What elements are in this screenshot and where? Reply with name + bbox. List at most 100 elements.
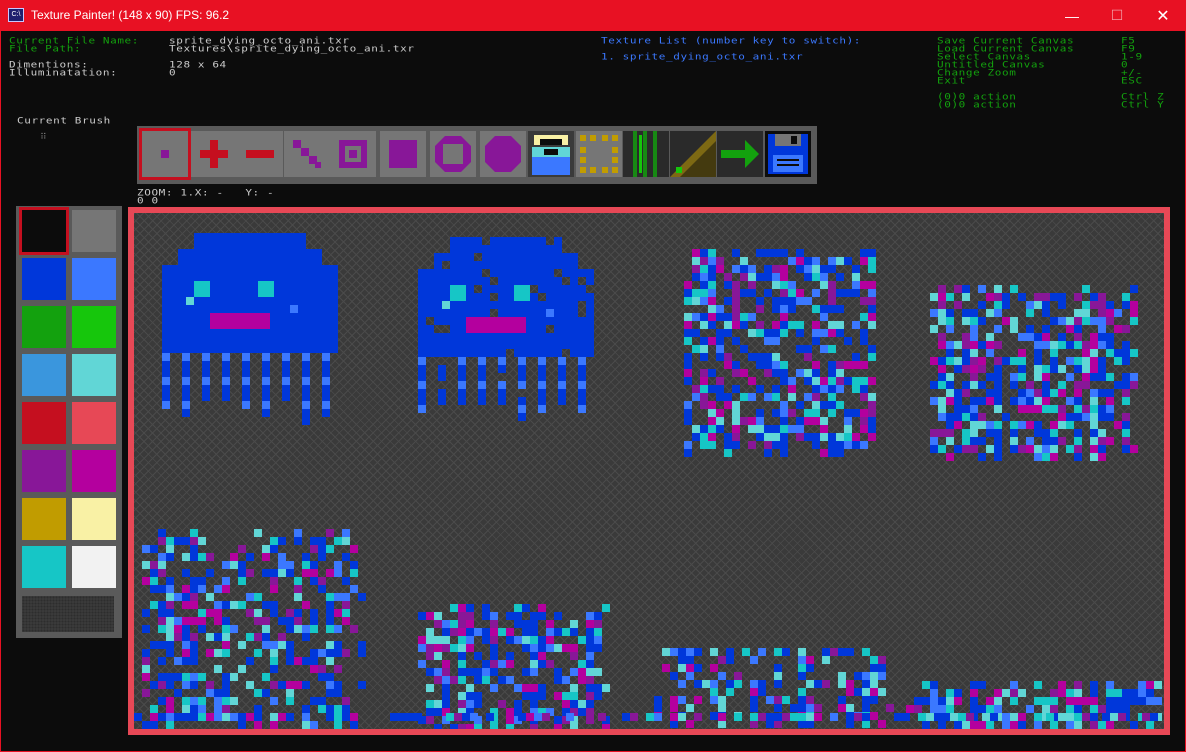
canvas-pixel — [828, 297, 836, 305]
canvas-pixel — [238, 577, 246, 585]
canvas-pixel — [458, 349, 466, 357]
canvas-pixel — [222, 625, 230, 633]
canvas-pixel — [1058, 333, 1066, 341]
transparent-swatch[interactable] — [22, 596, 114, 632]
diagonal-line-tool[interactable] — [284, 131, 330, 177]
close-button[interactable]: ✕ — [1140, 0, 1186, 31]
canvas-pixel — [938, 381, 946, 389]
canvas-pixel — [294, 585, 302, 593]
canvas-pixel — [330, 297, 338, 305]
canvas-pixel — [278, 553, 286, 561]
canvas-pixel — [836, 377, 844, 385]
canvas-pixel — [222, 705, 230, 713]
canvas-pixel — [836, 305, 844, 313]
filled-octagon-tool[interactable] — [480, 131, 526, 177]
dither-tool[interactable] — [623, 131, 669, 177]
color-swatch[interactable] — [22, 258, 66, 300]
color-swatch[interactable] — [72, 546, 116, 588]
canvas-pixel — [242, 353, 250, 361]
canvas-pixel — [458, 660, 466, 668]
canvas-pixel — [522, 237, 530, 245]
texture-list-item[interactable]: 1. sprite_dying_octo_ani.txr — [601, 52, 803, 61]
canvas-pixel — [700, 257, 708, 265]
canvas-pixel — [326, 625, 334, 633]
color-swatch[interactable] — [72, 498, 116, 540]
color-swatch[interactable] — [22, 450, 66, 492]
canvas-pixel — [474, 692, 482, 700]
canvas-pixel — [946, 689, 954, 697]
hollow-square-tool[interactable] — [330, 131, 376, 177]
canvas-pixel — [662, 664, 670, 672]
hollow-octagon-tool[interactable] — [430, 131, 476, 177]
canvas-pixel — [210, 249, 218, 257]
canvas-pixel — [846, 648, 854, 656]
canvas-pixel — [150, 569, 158, 577]
canvas-pixel — [554, 237, 562, 245]
shortcut-action: Exit — [937, 75, 966, 87]
dotted-frame-tool[interactable] — [576, 131, 622, 177]
color-swatch[interactable] — [72, 450, 116, 492]
canvas-pixel — [506, 261, 514, 269]
canvas-pixel — [286, 609, 294, 617]
save-disk-tool[interactable] — [765, 131, 811, 177]
canvas-pixel — [684, 297, 692, 305]
canvas-pixel — [978, 301, 986, 309]
color-swatch[interactable] — [72, 258, 116, 300]
canvas-pixel — [242, 289, 250, 297]
color-swatch[interactable] — [19, 207, 69, 255]
canvas-pixel — [506, 237, 514, 245]
canvas-pixel — [654, 704, 662, 712]
canvas-pixel — [678, 648, 686, 656]
minimize-button[interactable]: — — [1049, 0, 1095, 31]
canvas-pixel — [242, 281, 250, 289]
canvas-pixel — [930, 437, 938, 445]
canvas-pixel — [764, 425, 772, 433]
filled-square-tool[interactable] — [380, 131, 426, 177]
canvas-pixel — [270, 585, 278, 593]
color-swatch[interactable] — [22, 546, 66, 588]
canvas-pixel — [426, 684, 434, 692]
canvas-pixel — [282, 385, 290, 393]
character-brush-tool[interactable] — [528, 131, 574, 177]
canvas-pixel — [780, 305, 788, 313]
canvas-pixel — [518, 713, 526, 721]
canvas-pixel — [426, 708, 434, 716]
canvas-pixel — [716, 265, 724, 273]
gradient-tool[interactable] — [670, 131, 716, 177]
canvas-pixel — [558, 365, 566, 373]
canvas-pixel — [994, 309, 1002, 317]
canvas-pixel — [306, 297, 314, 305]
canvas-pixel — [310, 649, 318, 657]
pixel-brush-tool[interactable] — [139, 128, 191, 180]
paint-canvas[interactable] — [134, 213, 1164, 729]
color-swatch[interactable] — [22, 354, 66, 396]
color-swatch[interactable] — [22, 306, 66, 348]
canvas-pixel — [334, 689, 342, 697]
color-swatch[interactable] — [72, 402, 116, 444]
canvas-pixel — [860, 249, 868, 257]
maximize-button[interactable]: ☐ — [1094, 0, 1140, 31]
canvas-pixel — [684, 337, 692, 345]
canvas-pixel — [1122, 689, 1130, 697]
canvas-pixel — [554, 333, 562, 341]
canvas-pixel — [860, 393, 868, 401]
canvas-pixel — [158, 609, 166, 617]
canvas-pixel — [994, 357, 1002, 365]
canvas-pixel — [946, 341, 954, 349]
canvas-pixel — [526, 713, 534, 721]
canvas-pixel — [210, 241, 218, 249]
color-swatch[interactable] — [72, 306, 116, 348]
canvas-pixel — [306, 281, 314, 289]
arrow-tool[interactable] — [717, 131, 763, 177]
canvas-pixel — [1058, 365, 1066, 373]
color-swatch[interactable] — [72, 210, 116, 252]
plus-brush-tool[interactable] — [191, 131, 237, 177]
canvas-pixel — [242, 257, 250, 265]
canvas-pixel — [780, 361, 788, 369]
color-swatch[interactable] — [22, 498, 66, 540]
canvas-pixel — [828, 281, 836, 289]
horizontal-line-tool[interactable] — [237, 131, 283, 177]
color-swatch[interactable] — [72, 354, 116, 396]
color-swatch[interactable] — [22, 402, 66, 444]
canvas-pixel — [302, 681, 310, 689]
